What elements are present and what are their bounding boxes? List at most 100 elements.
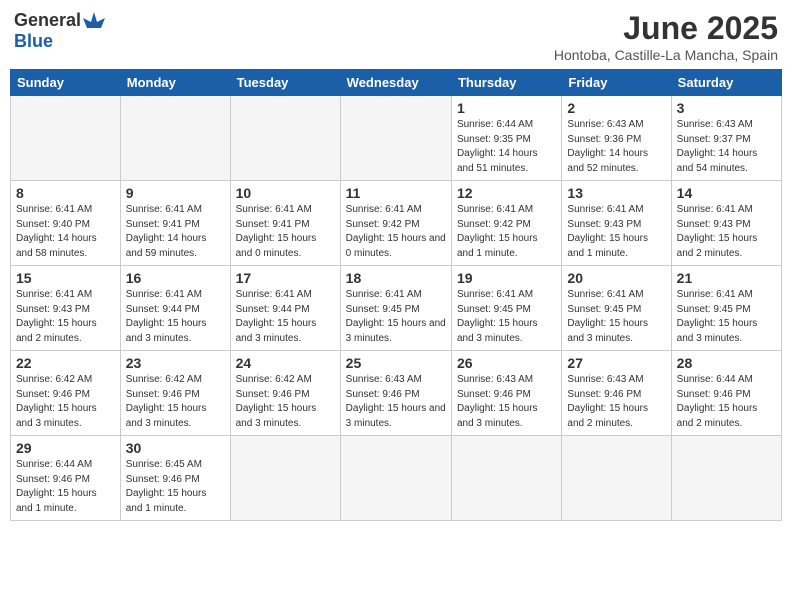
calendar-cell [120, 96, 230, 181]
day-number: 20 [567, 270, 665, 286]
calendar-week-4: 22 Sunrise: 6:42 AM Sunset: 9:46 PM Dayli… [11, 351, 782, 436]
day-number: 2 [567, 100, 665, 116]
location: Hontoba, Castille-La Mancha, Spain [554, 47, 778, 63]
day-info: Sunrise: 6:41 AM Sunset: 9:43 PM Dayligh… [567, 203, 665, 261]
calendar-cell: 29Sunrise: 6:44 AM Sunset: 9:46 PM Dayli… [11, 436, 121, 521]
day-info: Sunrise: 6:43 AM Sunset: 9:46 PM Dayligh… [457, 373, 556, 431]
calendar-cell: 11 Sunrise: 6:41 AM Sunset: 9:42 PM Dayli… [340, 181, 451, 266]
day-info: Sunrise: 6:41 AM Sunset: 9:43 PM Dayligh… [16, 288, 115, 346]
day-info: Sunrise: 6:41 AM Sunset: 9:45 PM Dayligh… [567, 288, 665, 346]
day-info: Sunrise: 6:41 AM Sunset: 9:42 PM Dayligh… [457, 203, 556, 261]
day-number: 24 [236, 355, 335, 371]
day-info: Sunrise: 6:44 AM Sunset: 9:46 PM Dayligh… [677, 373, 776, 431]
calendar-cell: 20 Sunrise: 6:41 AM Sunset: 9:45 PM Dayli… [562, 266, 671, 351]
day-info: Sunrise: 6:41 AM Sunset: 9:45 PM Dayligh… [457, 288, 556, 346]
calendar-cell: 27 Sunrise: 6:43 AM Sunset: 9:46 PM Dayli… [562, 351, 671, 436]
day-info: Sunrise: 6:41 AM Sunset: 9:42 PM Dayligh… [346, 203, 446, 261]
day-number: 17 [236, 270, 335, 286]
day-number: 12 [457, 185, 556, 201]
day-info: Sunrise: 6:43 AM Sunset: 9:37 PM Dayligh… [677, 118, 776, 176]
calendar-cell: 30 Sunrise: 6:45 AM Sunset: 9:46 PM Dayli… [120, 436, 230, 521]
calendar-cell [230, 96, 340, 181]
calendar-cell: 23Sunrise: 6:42 AM Sunset: 9:46 PM Dayli… [120, 351, 230, 436]
day-number: 14 [677, 185, 776, 201]
logo-general-text: General [14, 10, 81, 31]
day-info: Sunrise: 6:42 AM Sunset: 9:46 PM Dayligh… [16, 373, 115, 431]
day-number: 25 [346, 355, 446, 371]
calendar-cell [671, 436, 781, 521]
calendar-cell: 9 Sunrise: 6:41 AM Sunset: 9:41 PM Daylig… [120, 181, 230, 266]
col-header-monday: Monday [120, 70, 230, 96]
day-info: Sunrise: 6:43 AM Sunset: 9:46 PM Dayligh… [346, 373, 446, 431]
calendar-cell [451, 436, 561, 521]
month-title: June 2025 [554, 10, 778, 47]
day-number: 16 [126, 270, 225, 286]
calendar-cell: 22 Sunrise: 6:42 AM Sunset: 9:46 PM Dayli… [11, 351, 121, 436]
logo-blue-text: Blue [14, 31, 53, 51]
day-info: Sunrise: 6:43 AM Sunset: 9:46 PM Dayligh… [567, 373, 665, 431]
calendar-cell: 14 Sunrise: 6:41 AM Sunset: 9:43 PM Dayli… [671, 181, 781, 266]
page-header: General Blue June 2025 Hontoba, Castille… [10, 10, 782, 63]
day-info: Sunrise: 6:42 AM Sunset: 9:46 PM Dayligh… [236, 373, 335, 431]
calendar-cell: 2 Sunrise: 6:43 AM Sunset: 9:36 PM Daylig… [562, 96, 671, 181]
calendar-cell: 25 Sunrise: 6:43 AM Sunset: 9:46 PM Dayli… [340, 351, 451, 436]
calendar-cell [340, 436, 451, 521]
day-info: Sunrise: 6:42 AM Sunset: 9:46 PM Dayligh… [126, 373, 225, 431]
day-number: 22 [16, 355, 115, 371]
calendar-cell: 12 Sunrise: 6:41 AM Sunset: 9:42 PM Dayli… [451, 181, 561, 266]
col-header-friday: Friday [562, 70, 671, 96]
col-header-thursday: Thursday [451, 70, 561, 96]
calendar-cell: 17 Sunrise: 6:41 AM Sunset: 9:44 PM Dayli… [230, 266, 340, 351]
day-number: 27 [567, 355, 665, 371]
day-number: 9 [126, 185, 225, 201]
col-header-wednesday: Wednesday [340, 70, 451, 96]
calendar-cell: 15 Sunrise: 6:41 AM Sunset: 9:43 PM Dayli… [11, 266, 121, 351]
title-area: June 2025 Hontoba, Castille-La Mancha, S… [554, 10, 778, 63]
day-number: 15 [16, 270, 115, 286]
col-header-sunday: Sunday [11, 70, 121, 96]
calendar-week-3: 15 Sunrise: 6:41 AM Sunset: 9:43 PM Dayli… [11, 266, 782, 351]
day-info: Sunrise: 6:41 AM Sunset: 9:44 PM Dayligh… [126, 288, 225, 346]
calendar-cell: 21Sunrise: 6:41 AM Sunset: 9:45 PM Dayli… [671, 266, 781, 351]
day-number: 21 [677, 270, 776, 286]
day-info: Sunrise: 6:41 AM Sunset: 9:41 PM Dayligh… [236, 203, 335, 261]
calendar-cell [11, 96, 121, 181]
day-info: Sunrise: 6:41 AM Sunset: 9:45 PM Dayligh… [346, 288, 446, 346]
day-info: Sunrise: 6:44 AM Sunset: 9:46 PM Dayligh… [16, 458, 115, 516]
day-number: 18 [346, 270, 446, 286]
day-number: 3 [677, 100, 776, 116]
day-info: Sunrise: 6:44 AM Sunset: 9:35 PM Dayligh… [457, 118, 556, 176]
col-header-tuesday: Tuesday [230, 70, 340, 96]
calendar-cell: 28 Sunrise: 6:44 AM Sunset: 9:46 PM Dayli… [671, 351, 781, 436]
calendar-table: SundayMondayTuesdayWednesdayThursdayFrid… [10, 69, 782, 521]
day-info: Sunrise: 6:41 AM Sunset: 9:44 PM Dayligh… [236, 288, 335, 346]
day-number: 13 [567, 185, 665, 201]
day-number: 19 [457, 270, 556, 286]
day-info: Sunrise: 6:43 AM Sunset: 9:36 PM Dayligh… [567, 118, 665, 176]
calendar-cell: 18 Sunrise: 6:41 AM Sunset: 9:45 PM Dayli… [340, 266, 451, 351]
calendar-cell: 8 Sunrise: 6:41 AM Sunset: 9:40 PM Daylig… [11, 181, 121, 266]
day-info: Sunrise: 6:41 AM Sunset: 9:40 PM Dayligh… [16, 203, 115, 261]
calendar-cell: 1 Sunrise: 6:44 AM Sunset: 9:35 PM Daylig… [451, 96, 561, 181]
day-number: 30 [126, 440, 225, 456]
day-number: 11 [346, 185, 446, 201]
calendar-week-1: 1 Sunrise: 6:44 AM Sunset: 9:35 PM Daylig… [11, 96, 782, 181]
calendar-cell: 16 Sunrise: 6:41 AM Sunset: 9:44 PM Dayli… [120, 266, 230, 351]
day-number: 28 [677, 355, 776, 371]
calendar-cell: 26 Sunrise: 6:43 AM Sunset: 9:46 PM Dayli… [451, 351, 561, 436]
day-number: 26 [457, 355, 556, 371]
calendar-cell: 3 Sunrise: 6:43 AM Sunset: 9:37 PM Daylig… [671, 96, 781, 181]
calendar-cell [340, 96, 451, 181]
day-number: 8 [16, 185, 115, 201]
logo-icon [83, 10, 105, 30]
day-info: Sunrise: 6:41 AM Sunset: 9:41 PM Dayligh… [126, 203, 225, 261]
day-info: Sunrise: 6:45 AM Sunset: 9:46 PM Dayligh… [126, 458, 225, 516]
day-info: Sunrise: 6:41 AM Sunset: 9:43 PM Dayligh… [677, 203, 776, 261]
day-number: 10 [236, 185, 335, 201]
logo: General Blue [14, 10, 105, 52]
calendar-cell: 10 Sunrise: 6:41 AM Sunset: 9:41 PM Dayli… [230, 181, 340, 266]
calendar-cell: 13 Sunrise: 6:41 AM Sunset: 9:43 PM Dayli… [562, 181, 671, 266]
day-number: 1 [457, 100, 556, 116]
calendar-week-5: 29Sunrise: 6:44 AM Sunset: 9:46 PM Dayli… [11, 436, 782, 521]
calendar-cell: 24 Sunrise: 6:42 AM Sunset: 9:46 PM Dayli… [230, 351, 340, 436]
